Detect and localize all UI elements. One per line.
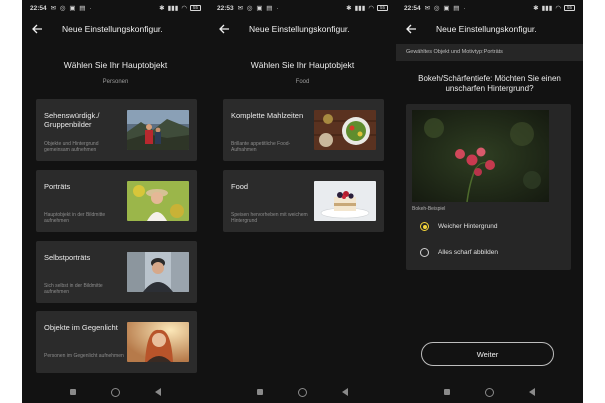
recent-apps-button[interactable] (69, 389, 76, 395)
selected-subject-bar: Gewähltes Objekt und Motivtyp:Porträts (396, 44, 583, 61)
home-button[interactable] (297, 387, 307, 397)
bokeh-question: Bokeh/Schärfentiefe: Möchten Sie einen u… (418, 74, 561, 93)
card-description: Hauptobjekt in der Bildmitte aufnehmen (44, 212, 106, 224)
option-label: Weicher Hintergrund (438, 223, 498, 230)
option-card-selbstportraets[interactable]: Selbstporträts Sich selbst in der Bildmi… (36, 241, 197, 303)
group-landscape-photo (127, 110, 189, 150)
battery-icon: 55 (190, 5, 201, 11)
notification-icons: ✉ ◎ ▣ ▤ · (424, 5, 467, 12)
category-label: Food (295, 79, 310, 85)
selfie-photo (127, 252, 189, 292)
card-description: Brillante appetitliche Food-Aufnahmen (231, 141, 291, 153)
system-nav-bar (22, 381, 209, 403)
status-bar: 22:54 ✉ ◎ ▣ ▤ · ✱ ▮▮▮ ◠ 55 (22, 0, 209, 16)
status-time: 22:54 (404, 4, 421, 12)
bluetooth-icon: ✱ (159, 5, 165, 12)
wifi-icon: ◠ (368, 5, 374, 12)
card-description: Personen im Gegenlicht aufnehmen (44, 353, 124, 359)
back-arrow-icon[interactable] (213, 18, 235, 40)
option-alles-scharf[interactable]: Alles scharf abbilden (420, 248, 498, 257)
option-card-komplette-mahlzeiten[interactable]: Komplette Mahlzeiten Brillante appetitli… (223, 99, 384, 161)
backlight-portrait-photo (127, 322, 189, 362)
card-title: Objekte im Gegenlicht (44, 323, 118, 332)
status-right: ✱ ▮▮▮ ◠ 55 (159, 4, 201, 12)
screen-bokeh: 22:54 ✉ ◎ ▣ ▤ · ✱ ▮▮▮ ◠ 55 Neue Einstell… (396, 0, 583, 403)
card-title: Komplette Mahlzeiten (231, 111, 304, 120)
weiter-button[interactable]: Weiter (421, 342, 554, 366)
app-bar: Neue Einstellungskonfigur. (22, 18, 209, 40)
bokeh-example-photo (412, 110, 549, 202)
screen-food: 22:53 ✉ ◎ ▣ ▤ · ✱ ▮▮▮ ◠ 55 Neue Einstell… (209, 0, 396, 403)
battery-icon: 55 (377, 5, 388, 11)
home-button[interactable] (484, 387, 494, 397)
notification-icons: ✉ ◎ ▣ ▤ · (237, 5, 280, 12)
card-title: Food (231, 182, 249, 191)
recent-apps-button[interactable] (256, 389, 263, 395)
home-button[interactable] (110, 387, 120, 397)
status-bar: 22:53 ✉ ◎ ▣ ▤ · ✱ ▮▮▮ ◠ 55 (209, 0, 396, 16)
status-time: 22:54 (30, 4, 47, 12)
screen-personen: 22:54 ✉ ◎ ▣ ▤ · ✱ ▮▮▮ ◠ 55 Neue Einstell… (22, 0, 209, 403)
dessert-photo (314, 181, 376, 221)
back-arrow-icon[interactable] (400, 18, 422, 40)
page-title: Neue Einstellungskonfigur. (249, 24, 350, 34)
option-label: Alles scharf abbilden (438, 249, 498, 256)
card-title: Sehenswürdigk./ Gruppenbilder (44, 111, 100, 129)
portrait-photo (127, 181, 189, 221)
status-right: ✱ ▮▮▮ ◠ 55 (346, 4, 388, 12)
status-bar: 22:54 ✉ ◎ ▣ ▤ · ✱ ▮▮▮ ◠ 55 (396, 0, 583, 16)
signal-icon: ▮▮▮ (167, 5, 179, 12)
card-title: Selbstporträts (44, 253, 91, 262)
system-nav-bar (396, 381, 583, 403)
card-description: Objekte und Hintergrund gemeinsam aufneh… (44, 141, 99, 153)
status-right: ✱ ▮▮▮ ◠ 55 (533, 4, 575, 12)
radio-unselected-icon[interactable] (420, 248, 429, 257)
page-title: Neue Einstellungskonfigur. (436, 24, 537, 34)
wifi-icon: ◠ (555, 5, 561, 12)
back-arrow-icon[interactable] (26, 18, 48, 40)
option-card-portraets[interactable]: Porträts Hauptobjekt in der Bildmitte au… (36, 170, 197, 232)
recent-apps-button[interactable] (443, 389, 450, 395)
radio-selected-icon[interactable] (420, 222, 429, 231)
meal-photo (314, 110, 376, 150)
signal-icon: ▮▮▮ (541, 5, 553, 12)
card-description: Speisen hervorheben mit weichem Hintergr… (231, 212, 308, 224)
page-title: Neue Einstellungskonfigur. (62, 24, 163, 34)
example-caption: Bokeh-Beispiel (412, 206, 446, 212)
system-back-button[interactable] (342, 388, 349, 396)
option-card-gegenlicht[interactable]: Objekte im Gegenlicht Personen im Gegenl… (36, 311, 197, 373)
bluetooth-icon: ✱ (533, 5, 539, 12)
wifi-icon: ◠ (181, 5, 187, 12)
category-label: Personen (102, 79, 129, 85)
card-description: Sich selbst in der Bildmitte aufnehmen (44, 283, 103, 295)
app-bar: Neue Einstellungskonfigur. (209, 18, 396, 40)
bluetooth-icon: ✱ (346, 5, 352, 12)
card-title: Porträts (44, 182, 71, 191)
heading: Wählen Sie Ihr Hauptobjekt (63, 60, 168, 70)
heading: Wählen Sie Ihr Hauptobjekt (250, 60, 355, 70)
notification-icons: ✉ ◎ ▣ ▤ · (50, 5, 93, 12)
option-weicher-hintergrund[interactable]: Weicher Hintergrund (420, 222, 498, 231)
system-nav-bar (209, 381, 396, 403)
system-back-button[interactable] (529, 388, 536, 396)
option-card-sehenswuerdigkeiten[interactable]: Sehenswürdigk./ Gruppenbilder Objekte un… (36, 99, 197, 161)
battery-icon: 55 (564, 5, 575, 11)
option-card-food[interactable]: Food Speisen hervorheben mit weichem Hin… (223, 170, 384, 232)
app-bar: Neue Einstellungskonfigur. (396, 18, 583, 40)
status-time: 22:53 (217, 4, 234, 12)
system-back-button[interactable] (155, 388, 162, 396)
signal-icon: ▮▮▮ (354, 5, 366, 12)
